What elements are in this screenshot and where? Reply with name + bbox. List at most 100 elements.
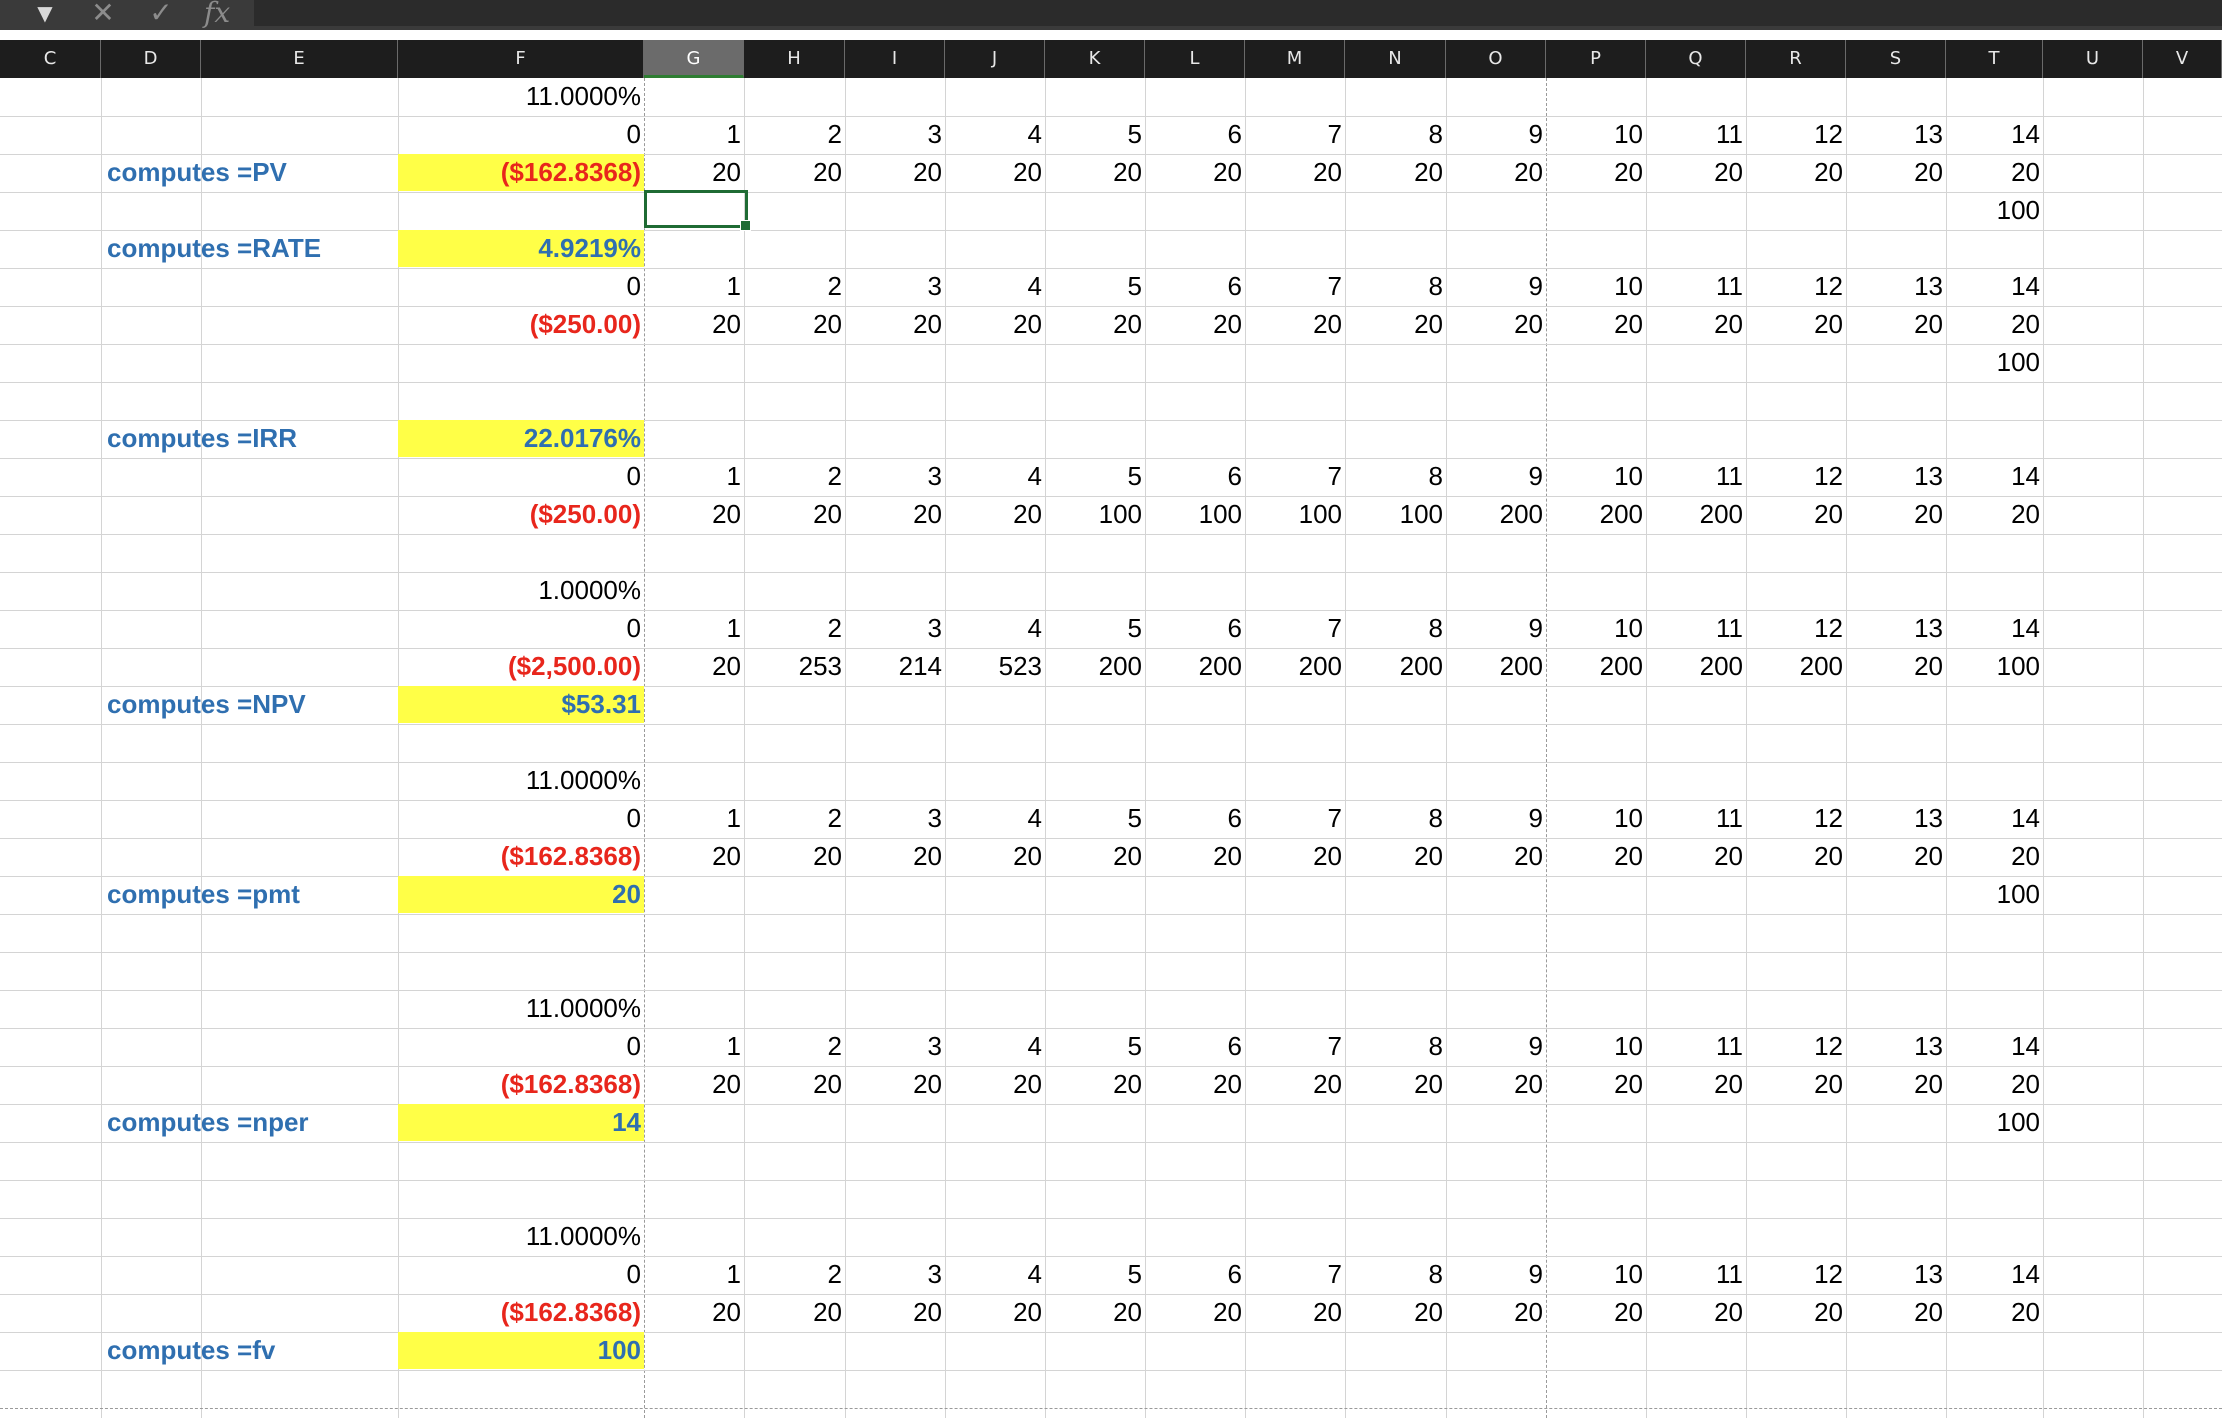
number-cell[interactable]: 200 (1345, 648, 1446, 685)
number-cell[interactable]: 11 (1646, 458, 1746, 495)
number-cell[interactable]: 3 (845, 116, 945, 153)
column-header-o[interactable]: O (1446, 40, 1546, 78)
number-cell[interactable]: 1 (644, 610, 744, 647)
number-cell[interactable]: 6 (1145, 116, 1245, 153)
number-cell[interactable]: 20 (1746, 1294, 1846, 1331)
number-cell[interactable]: 8 (1345, 800, 1446, 837)
number-cell[interactable]: 1 (644, 458, 744, 495)
number-cell[interactable]: 20 (1546, 1066, 1646, 1103)
number-cell[interactable]: 2 (744, 1028, 845, 1065)
number-cell[interactable]: 20 (1646, 838, 1746, 875)
value-cell[interactable]: ($162.8368) (398, 154, 644, 191)
column-header-j[interactable]: J (945, 40, 1045, 78)
number-cell[interactable]: 100 (1946, 1104, 2043, 1141)
number-cell[interactable]: 20 (1446, 306, 1546, 343)
column-header-q[interactable]: Q (1646, 40, 1746, 78)
column-header-f[interactable]: F (398, 40, 644, 78)
number-cell[interactable]: 20 (1646, 154, 1746, 191)
value-cell[interactable]: 100 (398, 1332, 644, 1369)
value-cell[interactable]: 20 (398, 876, 644, 913)
number-cell[interactable]: 9 (1446, 458, 1546, 495)
number-cell[interactable]: 200 (1045, 648, 1145, 685)
number-cell[interactable]: 200 (1446, 648, 1546, 685)
column-header-u[interactable]: U (2043, 40, 2143, 78)
number-cell[interactable]: 7 (1245, 116, 1345, 153)
column-header-i[interactable]: I (845, 40, 945, 78)
number-cell[interactable]: 20 (1746, 1066, 1846, 1103)
number-cell[interactable]: 20 (744, 154, 845, 191)
column-header-t[interactable]: T (1946, 40, 2043, 78)
number-cell[interactable]: 11 (1646, 1028, 1746, 1065)
number-cell[interactable]: 20 (1546, 838, 1646, 875)
value-cell[interactable]: ($250.00) (398, 496, 644, 533)
number-cell[interactable]: 5 (1045, 1256, 1145, 1293)
number-cell[interactable]: 14 (1946, 610, 2043, 647)
number-cell[interactable]: 20 (1345, 838, 1446, 875)
number-cell[interactable]: 20 (1345, 154, 1446, 191)
number-cell[interactable]: 20 (1345, 306, 1446, 343)
value-cell[interactable]: ($2,500.00) (398, 648, 644, 685)
number-cell[interactable]: 20 (1846, 838, 1946, 875)
number-cell[interactable]: 13 (1846, 1256, 1946, 1293)
value-cell[interactable]: 0 (398, 268, 644, 305)
number-cell[interactable]: 13 (1846, 800, 1946, 837)
number-cell[interactable]: 20 (1245, 838, 1345, 875)
fx-icon[interactable]: fx (204, 0, 244, 27)
column-header-e[interactable]: E (201, 40, 398, 78)
column-header-c[interactable]: C (0, 40, 101, 78)
number-cell[interactable]: 7 (1245, 610, 1345, 647)
number-cell[interactable]: 11 (1646, 268, 1746, 305)
number-cell[interactable]: 20 (1245, 1294, 1345, 1331)
number-cell[interactable]: 7 (1245, 268, 1345, 305)
number-cell[interactable]: 14 (1946, 1028, 2043, 1065)
number-cell[interactable]: 20 (644, 1294, 744, 1331)
number-cell[interactable]: 20 (1546, 154, 1646, 191)
number-cell[interactable]: 3 (845, 1256, 945, 1293)
number-cell[interactable]: 10 (1546, 1028, 1646, 1065)
number-cell[interactable]: 11 (1646, 800, 1746, 837)
number-cell[interactable]: 6 (1145, 610, 1245, 647)
number-cell[interactable]: 20 (1245, 154, 1345, 191)
number-cell[interactable]: 20 (1045, 306, 1145, 343)
value-cell[interactable]: 11.0000% (398, 78, 644, 115)
number-cell[interactable]: 14 (1946, 268, 2043, 305)
number-cell[interactable]: 5 (1045, 800, 1145, 837)
number-cell[interactable]: 5 (1045, 116, 1145, 153)
number-cell[interactable]: 20 (1145, 154, 1245, 191)
number-cell[interactable]: 20 (644, 306, 744, 343)
number-cell[interactable]: 6 (1145, 1256, 1245, 1293)
number-cell[interactable]: 100 (1946, 192, 2043, 229)
number-cell[interactable]: 6 (1145, 800, 1245, 837)
column-header-k[interactable]: K (1045, 40, 1145, 78)
number-cell[interactable]: 8 (1345, 1028, 1446, 1065)
number-cell[interactable]: 12 (1746, 800, 1846, 837)
number-cell[interactable]: 100 (1946, 344, 2043, 381)
number-cell[interactable]: 20 (845, 1294, 945, 1331)
number-cell[interactable]: 4 (945, 800, 1045, 837)
number-cell[interactable]: 5 (1045, 1028, 1145, 1065)
number-cell[interactable]: 12 (1746, 1028, 1846, 1065)
number-cell[interactable]: 14 (1946, 1256, 2043, 1293)
number-cell[interactable]: 100 (1045, 496, 1145, 533)
formula-label[interactable]: computes =NPV (101, 686, 398, 723)
number-cell[interactable]: 20 (1446, 154, 1546, 191)
number-cell[interactable]: 7 (1245, 1256, 1345, 1293)
value-cell[interactable]: $53.31 (398, 686, 644, 723)
number-cell[interactable]: 14 (1946, 458, 2043, 495)
column-header-g[interactable]: G (644, 40, 744, 78)
number-cell[interactable]: 200 (1245, 648, 1345, 685)
number-cell[interactable]: 20 (1746, 496, 1846, 533)
number-cell[interactable]: 3 (845, 1028, 945, 1065)
number-cell[interactable]: 10 (1546, 458, 1646, 495)
number-cell[interactable]: 12 (1746, 116, 1846, 153)
number-cell[interactable]: 5 (1045, 458, 1145, 495)
number-cell[interactable]: 20 (1946, 1294, 2043, 1331)
number-cell[interactable]: 20 (1045, 154, 1145, 191)
number-cell[interactable]: 20 (1946, 306, 2043, 343)
number-cell[interactable]: 9 (1446, 268, 1546, 305)
value-cell[interactable]: 4.9219% (398, 230, 644, 267)
number-cell[interactable]: 7 (1245, 1028, 1345, 1065)
number-cell[interactable]: 3 (845, 458, 945, 495)
number-cell[interactable]: 7 (1245, 800, 1345, 837)
number-cell[interactable]: 2 (744, 268, 845, 305)
